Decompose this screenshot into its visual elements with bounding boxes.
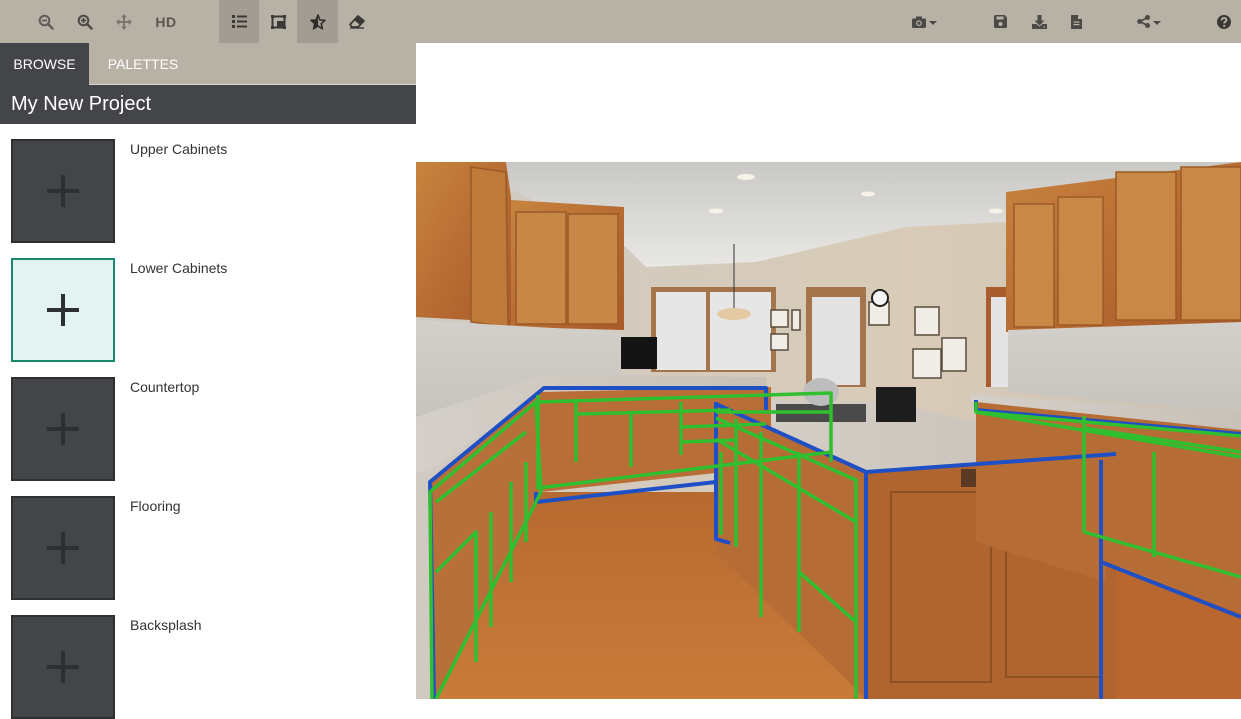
add-flooring-swatch[interactable] [11,496,115,600]
category-backsplash: Backsplash [11,615,391,719]
document-icon [1070,14,1082,29]
plus-icon [47,294,79,326]
add-countertop-swatch[interactable] [11,377,115,481]
zoom-in-icon [77,14,93,30]
toolbar: HD [0,0,1241,43]
tab-browse[interactable]: BROWSE [0,43,89,85]
camera-button[interactable] [907,0,941,43]
category-countertop: Countertop [11,377,391,481]
category-label: Countertop [130,379,200,395]
share-dropdown-caret [1153,20,1161,25]
add-backsplash-swatch[interactable] [11,615,115,719]
sidebar: BROWSE PALETTES My New Project Upper Cab… [0,43,416,719]
eraser-button[interactable] [338,0,376,43]
hd-button[interactable]: HD [148,0,184,43]
download-button[interactable] [1027,0,1051,43]
document-button[interactable] [1064,0,1088,43]
category-label: Flooring [130,498,181,514]
plus-icon [47,175,79,207]
tab-palettes[interactable]: PALETTES [89,43,197,85]
share-icon [1137,15,1150,28]
category-flooring: Flooring [11,496,391,600]
zoom-out-button[interactable] [30,0,62,43]
camera-dropdown-caret [928,20,937,25]
question-circle-icon [1217,14,1231,29]
add-lower-cabinets-swatch[interactable] [11,258,115,362]
share-button[interactable] [1133,0,1165,43]
help-button[interactable] [1212,0,1236,43]
picture-in-picture-icon [270,14,286,29]
favorites-button[interactable] [297,0,338,43]
project-header: My New Project [0,85,416,124]
move-icon [116,13,132,30]
category-upper-cabinets: Upper Cabinets [11,139,391,243]
plus-icon [47,532,79,564]
compare-button[interactable] [259,0,297,43]
plus-icon [47,413,79,445]
category-label: Lower Cabinets [130,260,228,276]
category-lower-cabinets: Lower Cabinets [11,258,391,362]
add-upper-cabinets-swatch[interactable] [11,139,115,243]
star-icon [309,13,326,30]
download-icon [1031,14,1047,29]
camera-icon [911,16,926,28]
zoom-out-icon [38,14,54,30]
save-button[interactable] [988,0,1012,43]
zoom-in-button[interactable] [69,0,101,43]
hd-label: HD [155,13,177,30]
project-title: My New Project [11,93,152,115]
floppy-disk-icon [993,15,1007,28]
category-label: Upper Cabinets [130,141,228,157]
eraser-icon [349,14,365,29]
kitchen-scene [416,162,1241,699]
pan-button[interactable] [108,0,140,43]
category-label: Backsplash [130,617,202,633]
sidebar-tabs: BROWSE PALETTES [0,43,416,85]
plus-icon [47,651,79,683]
list-icon [231,15,247,28]
kitchen-photo[interactable] [416,162,1241,699]
list-view-button[interactable] [219,0,259,43]
design-canvas[interactable] [416,43,1241,708]
